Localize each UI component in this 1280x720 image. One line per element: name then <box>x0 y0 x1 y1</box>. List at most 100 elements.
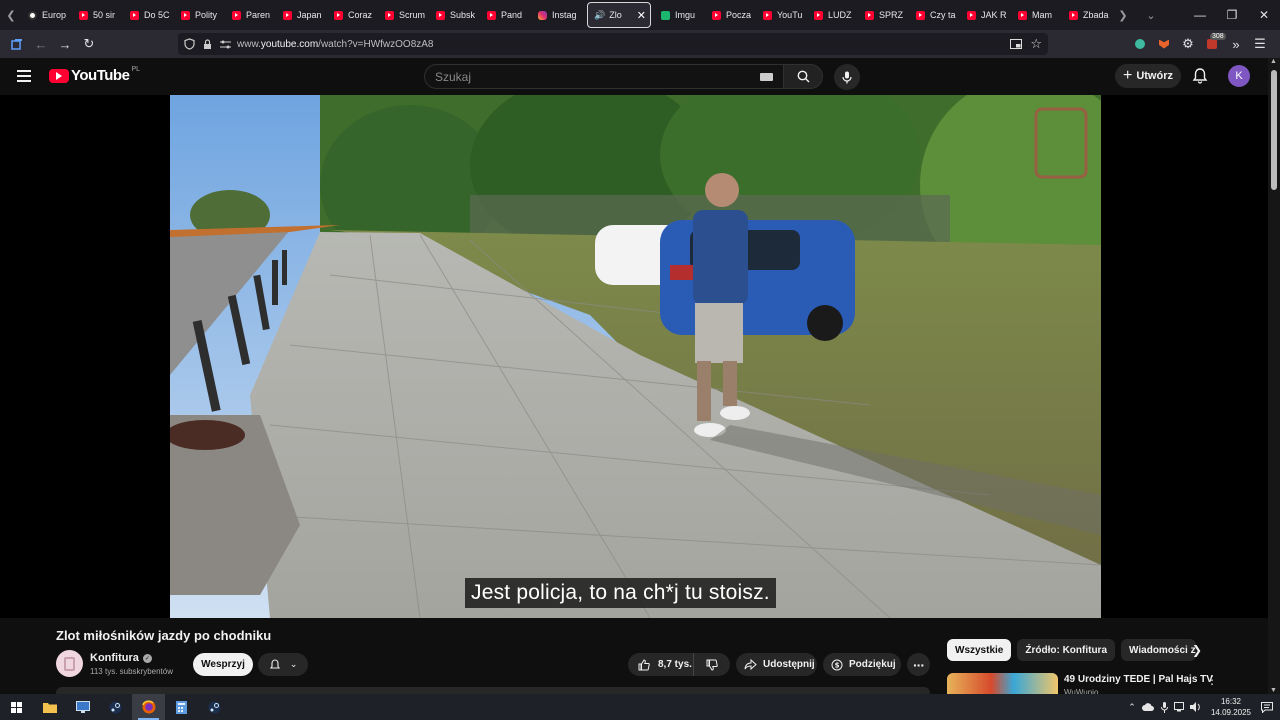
page-scrollbar[interactable]: ▲ ▼ <box>1268 58 1280 694</box>
share-button[interactable]: Udostępnij <box>736 653 817 676</box>
tab-view-icon[interactable] <box>5 30 29 58</box>
browser-tab[interactable]: Pocza <box>706 2 757 28</box>
keyboard-icon[interactable] <box>760 73 773 81</box>
reload-icon[interactable]: ↻ <box>77 30 101 58</box>
address-bar[interactable]: www.youtube.com/watch?v=HWfwzOO8zA8 ☆ <box>178 33 1048 55</box>
youtube-logo[interactable]: YouTube PL <box>49 66 140 84</box>
chip-source[interactable]: Źródło: Konfitura <box>1017 639 1116 661</box>
taskbar-file-explorer[interactable] <box>33 694 66 720</box>
scroll-down-icon[interactable]: ▼ <box>1270 687 1277 694</box>
search-button[interactable] <box>783 64 823 89</box>
browser-tab[interactable]: Subsk <box>430 2 481 28</box>
chevron-down-icon: ⌄ <box>289 659 298 669</box>
onedrive-icon[interactable] <box>1140 694 1156 720</box>
recommendation-chips: Wszystkie Źródło: Konfitura Wiadomości z… <box>947 639 1202 661</box>
tabs-scroll-right-button[interactable]: ❯ <box>1112 0 1134 30</box>
picture-in-picture-icon[interactable] <box>1010 39 1023 49</box>
microphone-tray-icon[interactable] <box>1156 694 1172 720</box>
browser-tab[interactable]: Czy ta <box>910 2 961 28</box>
start-button[interactable] <box>0 694 33 720</box>
network-icon[interactable] <box>1172 694 1188 720</box>
browser-tab[interactable]: Japan <box>277 2 328 28</box>
video-frame[interactable] <box>170 95 1101 618</box>
windows-logo-icon <box>11 701 22 713</box>
voice-search-button[interactable] <box>834 64 860 90</box>
subscription-bell-button[interactable]: ⌄ <box>258 653 308 676</box>
create-button[interactable]: + Utwórz <box>1115 64 1181 88</box>
video-player[interactable] <box>0 95 1268 618</box>
support-button[interactable]: Wesprzyj <box>193 653 253 676</box>
browser-tab-active[interactable]: 🔊 Zlo ✕ <box>587 2 651 28</box>
speaker-icon[interactable]: 🔊 <box>594 10 605 21</box>
notification-center-icon[interactable] <box>1254 694 1280 720</box>
browser-tab[interactable]: Paren <box>226 2 277 28</box>
youtube-icon <box>385 10 394 20</box>
browser-tab[interactable]: Imgu <box>655 2 706 28</box>
extensions-puzzle-icon[interactable]: ⚙ <box>1176 30 1200 58</box>
browser-tab[interactable]: 50 sir <box>73 2 124 28</box>
chip-all[interactable]: Wszystkie <box>947 639 1012 661</box>
scroll-up-icon[interactable]: ▲ <box>1270 58 1277 65</box>
site-permissions-icon[interactable] <box>220 40 231 49</box>
chips-next-icon[interactable]: ❯ <box>1192 643 1202 657</box>
browser-tab[interactable]: Instag <box>532 2 583 28</box>
channel-avatar[interactable] <box>56 650 83 677</box>
close-window-button[interactable]: ✕ <box>1248 0 1280 30</box>
browser-tab[interactable]: YouTu <box>757 2 808 28</box>
browser-tab[interactable]: Coraz <box>328 2 379 28</box>
vpn-extension-icon[interactable] <box>1128 30 1152 58</box>
minimize-button[interactable]: — <box>1184 0 1216 30</box>
browser-tab-bar: ❮ Europ 50 sir Do 5C Polity Paren Japan Coraz S… <box>0 0 1280 30</box>
forward-icon[interactable]: → <box>53 30 77 58</box>
tab-list-dropdown-icon[interactable]: ⌄ <box>1140 0 1162 30</box>
channel-name[interactable]: Konfitura ✓ <box>90 652 152 664</box>
lock-icon[interactable] <box>203 38 212 50</box>
more-actions-button[interactable]: ··· <box>907 653 930 676</box>
taskbar-app-monitor[interactable] <box>66 694 99 720</box>
taskbar-calculator[interactable] <box>165 694 198 720</box>
description-box[interactable] <box>56 687 930 694</box>
tabs-scroll-left-button[interactable]: ❮ <box>0 0 22 30</box>
browser-tab[interactable]: SPRZ <box>859 2 910 28</box>
recommended-video-thumbnail[interactable] <box>947 673 1058 694</box>
notifications-bell-icon[interactable] <box>1191 67 1209 85</box>
taskbar-clock[interactable]: 16:32 14.09.2025 <box>1208 696 1254 718</box>
thanks-button[interactable]: $ Podziękuj <box>823 653 901 676</box>
url-text: www.youtube.com/watch?v=HWfwzOO8zA8 <box>237 38 434 50</box>
close-tab-icon[interactable]: ✕ <box>637 9 646 22</box>
browser-tab[interactable]: Mam <box>1012 2 1063 28</box>
recommended-video-menu-icon[interactable]: ⋮ <box>1206 673 1218 687</box>
volume-icon[interactable] <box>1188 694 1204 720</box>
tab-title: Paren <box>246 10 271 20</box>
bookmark-star-icon[interactable]: ☆ <box>1030 36 1042 52</box>
recommended-video-title[interactable]: 49 Urodziny TEDE | Pal Hajs TV <box>1064 674 1213 685</box>
browser-tab[interactable]: Do 5C <box>124 2 175 28</box>
search-input[interactable]: Szukaj <box>424 64 784 89</box>
overflow-chevron-icon[interactable]: » <box>1224 30 1248 58</box>
account-avatar[interactable]: K <box>1228 65 1250 87</box>
back-icon[interactable]: ← <box>29 30 53 58</box>
browser-tab[interactable]: Zbada <box>1063 2 1112 28</box>
dislike-button[interactable] <box>694 653 730 676</box>
browser-tab[interactable]: LUDZ <box>808 2 859 28</box>
like-button[interactable]: 8,7 tys. <box>628 653 694 676</box>
scrollbar-thumb[interactable] <box>1271 70 1277 190</box>
fox-extension-icon[interactable] <box>1152 30 1176 58</box>
browser-tab[interactable]: Scrum <box>379 2 430 28</box>
tray-overflow-icon[interactable]: ⌃ <box>1124 694 1140 720</box>
restore-button[interactable]: ❐ <box>1216 0 1248 30</box>
browser-tab[interactable]: JAK R <box>961 2 1012 28</box>
taskbar-steam[interactable] <box>99 694 132 720</box>
app-menu-icon[interactable]: ☰ <box>1248 30 1272 58</box>
youtube-icon <box>967 10 976 20</box>
chip-news[interactable]: Wiadomości ze <box>1121 639 1197 661</box>
browser-tab[interactable]: Polity <box>175 2 226 28</box>
browser-tab[interactable]: Europ <box>22 2 73 28</box>
shield-icon[interactable] <box>184 38 195 50</box>
windows-taskbar: ⌃ 16:32 14.09.2025 <box>0 694 1280 720</box>
taskbar-firefox[interactable] <box>132 694 165 720</box>
taskbar-steam-2[interactable] <box>198 694 231 720</box>
tab-strip: Europ 50 sir Do 5C Polity Paren Japan Coraz Scr… <box>22 0 1112 30</box>
guide-menu-icon[interactable] <box>17 70 31 82</box>
browser-tab[interactable]: Pand <box>481 2 532 28</box>
